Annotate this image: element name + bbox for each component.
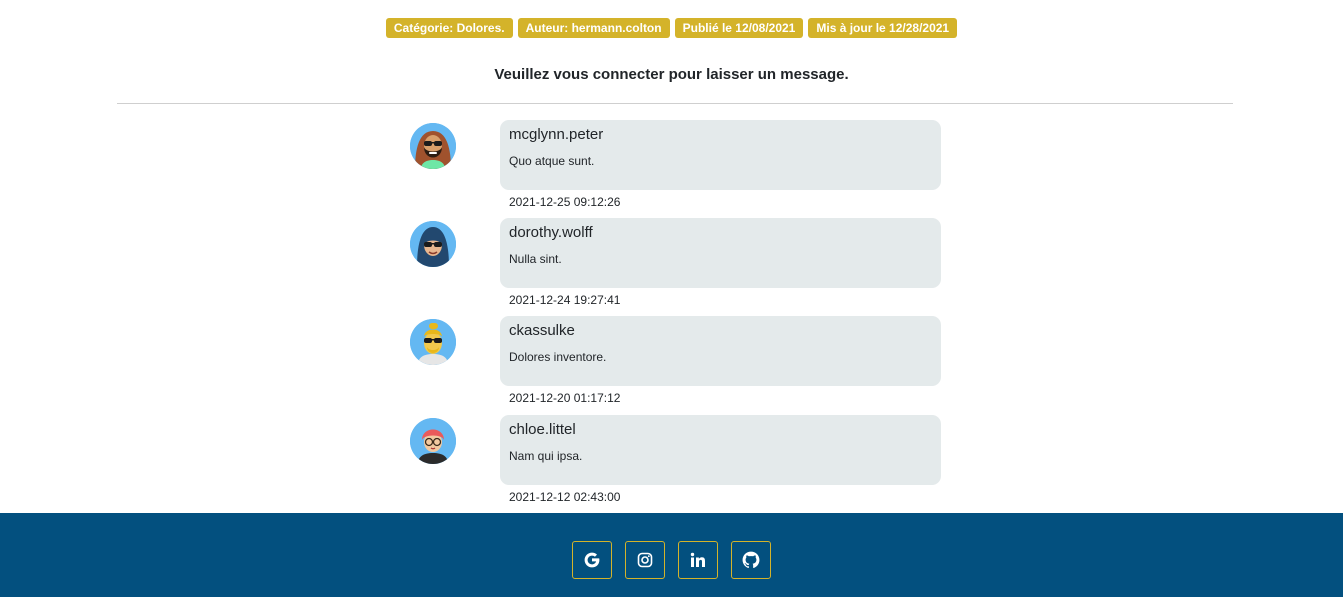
comment-item: chloe.littel Nam qui ipsa. 2021-12-12 02…	[0, 415, 1343, 513]
comment-message: Nam qui ipsa.	[509, 449, 583, 463]
comment-message: Quo atque sunt.	[509, 154, 595, 168]
category-badge[interactable]: Catégorie: Dolores.	[385, 18, 513, 38]
comment-bubble: ckassulke Dolores inventore.	[500, 316, 941, 386]
comment-item: ckassulke Dolores inventore. 2021-12-20 …	[0, 316, 1343, 414]
author-badge[interactable]: Auteur: hermann.colton	[517, 18, 670, 38]
comment-date: 2021-12-12 02:43:00	[509, 490, 621, 504]
google-icon	[584, 552, 600, 568]
updated-date-badge: Mis à jour le 12/28/2021	[808, 18, 958, 38]
comment-message: Nulla sint.	[509, 252, 562, 266]
linkedin-icon	[690, 552, 705, 567]
comment-date: 2021-12-24 19:27:41	[509, 293, 621, 307]
comment-item: dorothy.wolff Nulla sint. 2021-12-24 19:…	[0, 218, 1343, 316]
instagram-link[interactable]	[625, 541, 665, 579]
blond-man-sunglasses-avatar	[410, 319, 456, 365]
social-links	[0, 541, 1343, 579]
comment-username[interactable]: mcglynn.peter	[509, 126, 603, 143]
github-icon	[742, 551, 760, 569]
instagram-icon	[637, 552, 653, 568]
footer	[0, 513, 1343, 597]
comment-bubble: mcglynn.peter Quo atque sunt.	[500, 120, 941, 190]
comment-bubble: chloe.littel Nam qui ipsa.	[500, 415, 941, 485]
comment-username[interactable]: chloe.littel	[509, 421, 576, 438]
comment-username[interactable]: dorothy.wolff	[509, 224, 593, 241]
comment-message: Dolores inventore.	[509, 350, 607, 364]
comment-date: 2021-12-25 09:12:26	[509, 195, 621, 209]
bearded-man-sunglasses-avatar	[410, 123, 456, 169]
github-link[interactable]	[731, 541, 771, 579]
comment-bubble: dorothy.wolff Nulla sint.	[500, 218, 941, 288]
linkedin-link[interactable]	[678, 541, 718, 579]
published-date-badge: Publié le 12/08/2021	[674, 18, 804, 38]
red-hair-woman-glasses-avatar	[410, 418, 456, 464]
comment-username[interactable]: ckassulke	[509, 322, 575, 339]
divider	[117, 103, 1233, 104]
login-prompt: Veuillez vous connecter pour laisser un …	[494, 66, 849, 83]
comment-item: mcglynn.peter Quo atque sunt. 2021-12-25…	[0, 120, 1343, 218]
comment-date: 2021-12-20 01:17:12	[509, 391, 621, 405]
google-link[interactable]	[572, 541, 612, 579]
hijab-woman-sunglasses-avatar	[410, 221, 456, 267]
post-meta-badges: Catégorie: Dolores. Auteur: hermann.colt…	[0, 18, 1343, 38]
